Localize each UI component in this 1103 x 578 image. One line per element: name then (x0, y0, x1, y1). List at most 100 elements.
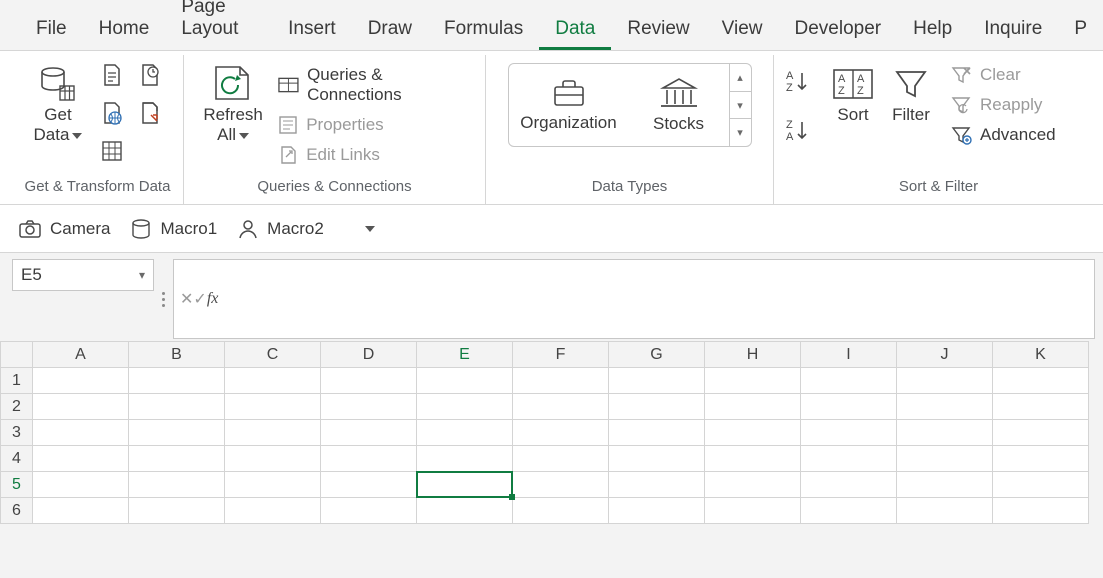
cell[interactable] (225, 420, 321, 446)
cell[interactable] (993, 498, 1089, 524)
cell[interactable] (705, 498, 801, 524)
tab-insert[interactable]: Insert (272, 6, 352, 50)
cell[interactable] (129, 420, 225, 446)
cell[interactable] (705, 368, 801, 394)
sort-ascending-button[interactable]: AZ (786, 69, 814, 100)
cell[interactable] (993, 368, 1089, 394)
cell[interactable] (129, 472, 225, 498)
column-header[interactable]: J (897, 342, 993, 368)
enter-formula-button[interactable]: ✓ (193, 289, 206, 309)
cell[interactable] (33, 368, 129, 394)
column-header[interactable]: K (993, 342, 1089, 368)
cell[interactable] (993, 420, 1089, 446)
cell[interactable] (897, 368, 993, 394)
column-header[interactable]: B (129, 342, 225, 368)
tab-pagelayout[interactable]: Page Layout (165, 0, 272, 50)
column-header[interactable]: F (513, 342, 609, 368)
cell[interactable] (993, 446, 1089, 472)
camera-button[interactable]: Camera (18, 219, 110, 239)
get-data-button[interactable]: Get Data (24, 59, 92, 145)
insert-function-button[interactable]: fx (207, 290, 219, 308)
tab-view[interactable]: View (706, 6, 779, 50)
cell[interactable] (609, 420, 705, 446)
cell[interactable] (609, 394, 705, 420)
cell[interactable] (513, 368, 609, 394)
cell[interactable] (225, 446, 321, 472)
column-header[interactable]: H (705, 342, 801, 368)
datatype-scroll-up[interactable]: ▴ (730, 64, 751, 91)
column-header[interactable]: I (801, 342, 897, 368)
row-header[interactable]: 2 (1, 394, 33, 420)
cell[interactable] (897, 498, 993, 524)
cell[interactable] (705, 472, 801, 498)
cell[interactable] (417, 498, 513, 524)
row-header[interactable]: 5 (1, 472, 33, 498)
from-text-csv-button[interactable] (96, 59, 128, 91)
tab-more[interactable]: P (1058, 6, 1103, 50)
existing-connections-button[interactable] (134, 97, 166, 129)
cell[interactable] (513, 498, 609, 524)
reapply-button[interactable]: Reapply (950, 95, 1056, 115)
cell[interactable] (321, 368, 417, 394)
cell[interactable] (897, 420, 993, 446)
cell[interactable] (225, 498, 321, 524)
cell[interactable] (897, 472, 993, 498)
from-web-button[interactable] (96, 97, 128, 129)
column-header[interactable]: A (33, 342, 129, 368)
cell[interactable] (897, 446, 993, 472)
tab-formulas[interactable]: Formulas (428, 6, 539, 50)
cell[interactable] (129, 394, 225, 420)
edit-links-button[interactable]: Edit Links (278, 145, 473, 165)
tab-data[interactable]: Data (539, 6, 611, 50)
cell[interactable] (513, 420, 609, 446)
cell[interactable] (897, 394, 993, 420)
column-header[interactable]: E (417, 342, 513, 368)
cell[interactable] (609, 368, 705, 394)
cell[interactable] (225, 368, 321, 394)
filter-button[interactable]: Filter (882, 59, 940, 125)
select-all-corner[interactable] (1, 342, 33, 368)
cell[interactable] (321, 420, 417, 446)
cell[interactable] (801, 446, 897, 472)
cell[interactable] (705, 446, 801, 472)
clear-filter-button[interactable]: Clear (950, 65, 1056, 85)
cell[interactable] (801, 368, 897, 394)
datatype-organization-button[interactable]: Organization (509, 64, 629, 146)
properties-button[interactable]: Properties (278, 115, 473, 135)
cell[interactable] (225, 394, 321, 420)
cell[interactable] (417, 472, 513, 498)
sort-descending-button[interactable]: ZA (786, 118, 814, 149)
cell[interactable] (417, 394, 513, 420)
cell[interactable] (33, 498, 129, 524)
column-header[interactable]: C (225, 342, 321, 368)
sort-button[interactable]: AZ AZ Sort (824, 59, 882, 125)
cell[interactable] (993, 394, 1089, 420)
cell[interactable] (705, 420, 801, 446)
cell[interactable] (801, 420, 897, 446)
cell[interactable] (609, 472, 705, 498)
spreadsheet-grid[interactable]: ABCDEFGHIJK123456 (0, 341, 1103, 524)
cell[interactable] (993, 472, 1089, 498)
cell[interactable] (417, 420, 513, 446)
cell[interactable] (609, 498, 705, 524)
cell[interactable] (513, 394, 609, 420)
datatype-scroll-down[interactable]: ▾ (730, 91, 751, 119)
column-header[interactable]: G (609, 342, 705, 368)
cell[interactable] (801, 394, 897, 420)
advanced-filter-button[interactable]: Advanced (950, 125, 1056, 145)
cell[interactable] (321, 498, 417, 524)
cell[interactable] (33, 420, 129, 446)
cell[interactable] (801, 472, 897, 498)
row-header[interactable]: 1 (1, 368, 33, 394)
cell[interactable] (417, 368, 513, 394)
refresh-all-button[interactable]: Refresh All (196, 59, 270, 145)
cell[interactable] (513, 446, 609, 472)
tab-inquire[interactable]: Inquire (968, 6, 1058, 50)
cell[interactable] (33, 394, 129, 420)
cell[interactable] (609, 446, 705, 472)
cell[interactable] (321, 394, 417, 420)
row-header[interactable]: 6 (1, 498, 33, 524)
row-header[interactable]: 4 (1, 446, 33, 472)
datatype-stocks-button[interactable]: Stocks (629, 64, 729, 146)
cell[interactable] (321, 446, 417, 472)
